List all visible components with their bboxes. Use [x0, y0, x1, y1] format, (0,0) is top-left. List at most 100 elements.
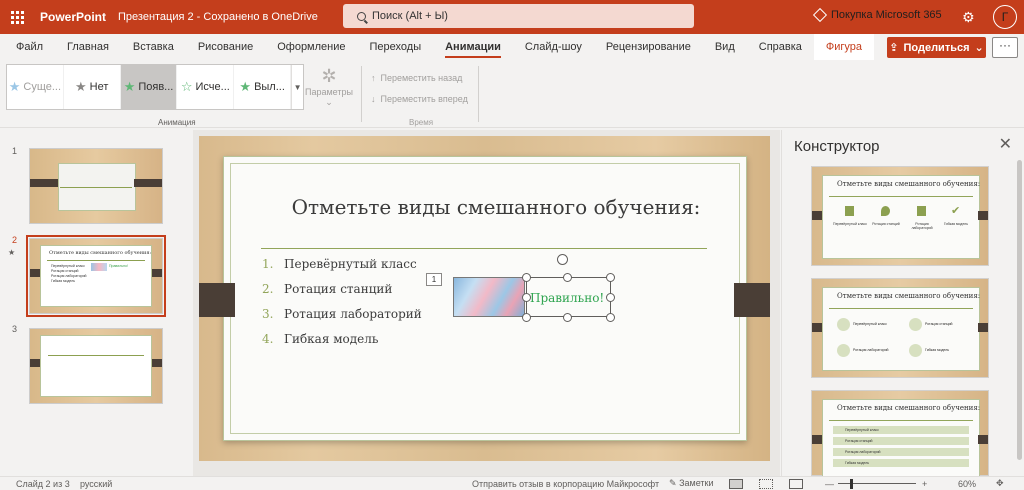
design-label: Гибкая модель [925, 348, 950, 352]
fit-to-window-icon[interactable]: ✥ [996, 478, 1004, 489]
tab-draw[interactable]: Рисование [186, 34, 265, 60]
divider [361, 66, 362, 122]
thumb-card [40, 335, 152, 397]
circle-icon [837, 318, 850, 331]
normal-view-icon[interactable] [729, 479, 743, 489]
mini-list: Перевёрнутый класс Ротация станций Ротац… [51, 264, 87, 284]
bullet-number: 2. [262, 282, 274, 296]
effect-options-button[interactable]: ✲ Параметры ⌄ [303, 66, 355, 108]
thumb-clip [30, 179, 58, 187]
animation-item-fade[interactable]: ☆ Исче... [177, 65, 235, 109]
current-slide[interactable]: Отметьте виды смешанного обучения: 1. Пер… [199, 136, 770, 461]
animation-item-fly-in[interactable]: ★ Выл... [234, 65, 292, 109]
resize-handle[interactable] [606, 273, 615, 282]
tab-design[interactable]: Оформление [265, 34, 357, 60]
resize-handle[interactable] [563, 313, 572, 322]
document-icon [845, 206, 854, 216]
gear-icon[interactable]: ⚙ [962, 9, 975, 26]
location-icon [881, 206, 890, 216]
notes-button[interactable]: ✎ Заметки [669, 478, 714, 489]
star-icon: ★ [123, 79, 136, 94]
zoom-level[interactable]: 60% [958, 479, 976, 489]
design-idea-3[interactable]: Отметьте виды смешанного обучения: Перев… [811, 390, 989, 477]
app-launcher-icon[interactable] [0, 0, 34, 34]
slide-counter: Слайд 2 из 3 [16, 478, 70, 489]
rotate-handle-icon[interactable] [557, 254, 568, 265]
resize-handle[interactable] [606, 313, 615, 322]
mini-correct-text: Правильно! [109, 264, 128, 268]
slide-image[interactable] [453, 277, 525, 317]
tab-home[interactable]: Главная [55, 34, 121, 60]
ribbon: ★ Суще... ★ Нет ★ Появ... ☆ Исче... ★ Вы… [0, 60, 1024, 128]
animation-item-none[interactable]: ★ Нет [64, 65, 121, 109]
star-icon: ★ [239, 79, 252, 94]
design-label: Ротация станций [925, 322, 953, 326]
reading-view-icon[interactable] [789, 479, 803, 489]
effect-options-icon: ✲ [321, 66, 337, 86]
arrow-up-icon: ↑ [371, 73, 376, 83]
zoom-in-button[interactable]: + [922, 479, 927, 489]
resize-handle[interactable] [522, 313, 531, 322]
correct-text[interactable]: Правильно! [530, 291, 604, 305]
tab-view[interactable]: Вид [703, 34, 747, 60]
binder-clip [734, 283, 770, 317]
tab-transitions[interactable]: Переходы [358, 34, 434, 60]
design-idea-2[interactable]: Отметьте виды смешанного обучения: Перев… [811, 278, 989, 378]
animation-item-existing[interactable]: ★ Суще... [7, 65, 64, 109]
move-back-button[interactable]: ↑ Переместить назад [371, 73, 462, 83]
design-card: Отметьте виды смешанного обучения: ✔ Пер… [822, 175, 980, 259]
share-icon: ⇪ [889, 42, 899, 54]
notes-label: Заметки [679, 478, 714, 488]
thumb-clip [152, 269, 162, 277]
resize-handle[interactable] [606, 293, 615, 302]
share-button[interactable]: ⇪ Поделиться ⌄ [887, 37, 986, 58]
design-rule [829, 308, 973, 309]
animation-order-tag[interactable]: 1 [426, 273, 442, 286]
document-title[interactable]: Презентация 2 - Сохранено в OneDrive [118, 11, 340, 23]
ribbon-tabs: Файл Главная Вставка Рисование Оформлени… [0, 34, 1024, 60]
tab-shape[interactable]: Фигура [813, 34, 875, 60]
app-name[interactable]: PowerPoint [40, 10, 114, 24]
binder-clip [812, 211, 822, 220]
thumb-line [60, 187, 132, 188]
gallery-expand-button[interactable]: ▼ [291, 65, 303, 109]
tab-file[interactable]: Файл [0, 34, 55, 60]
move-forward-button[interactable]: ↓ Переместить вперед [371, 94, 468, 104]
arrow-down-icon: ↓ [371, 94, 376, 104]
tab-insert[interactable]: Вставка [121, 34, 186, 60]
circle-icon [909, 344, 922, 357]
animation-item-appear[interactable]: ★ Появ... [120, 65, 178, 109]
search-placeholder: Поиск (Alt + Ы) [372, 10, 448, 22]
zoom-slider-thumb[interactable] [850, 479, 853, 489]
tab-slideshow[interactable]: Слайд-шоу [513, 34, 594, 60]
tab-animations[interactable]: Анимации [433, 34, 513, 60]
avatar[interactable]: Г [993, 5, 1017, 29]
diamond-icon [812, 7, 828, 23]
slide-thumbnail-3[interactable] [29, 328, 163, 404]
language-indicator[interactable]: русский [80, 479, 112, 489]
more-options-button[interactable]: ··· [992, 37, 1018, 58]
slide-thumbnail-2[interactable]: Отметьте виды смешанного обучения: Перев… [26, 235, 166, 317]
search-input[interactable]: Поиск (Alt + Ы) [343, 4, 694, 28]
slide-sorter-icon[interactable] [759, 479, 773, 489]
star-icon: ☆ [180, 79, 193, 94]
resize-handle[interactable] [522, 273, 531, 282]
buy-microsoft-365-button[interactable]: Покупка Microsoft 365 [812, 7, 942, 23]
feedback-link[interactable]: Отправить отзыв в корпорацию Майкрософт [472, 479, 659, 489]
resize-handle[interactable] [563, 273, 572, 282]
slide-title[interactable]: Отметьте виды смешанного обучения: [276, 195, 716, 219]
design-label: Перевёрнутый класс [853, 322, 887, 326]
animation-label: Исче... [195, 81, 230, 93]
slide-thumbnail-1[interactable] [29, 148, 163, 224]
design-idea-1[interactable]: Отметьте виды смешанного обучения: ✔ Пер… [811, 166, 989, 266]
bullet-list[interactable]: 1. Перевёрнутый класс 2. Ротация станций 3… [262, 257, 422, 357]
tab-help[interactable]: Справка [747, 34, 814, 60]
designer-scrollbar[interactable] [1017, 160, 1022, 460]
circle-icon [909, 318, 922, 331]
design-title: Отметьте виды смешанного обучения: [837, 180, 981, 188]
close-icon[interactable]: ✕ [999, 134, 1012, 154]
resize-handle[interactable] [522, 293, 531, 302]
zoom-out-button[interactable]: — [825, 479, 834, 489]
tab-review[interactable]: Рецензирование [594, 34, 703, 60]
mini-title: Отметьте виды смешанного обучения: [49, 250, 152, 256]
